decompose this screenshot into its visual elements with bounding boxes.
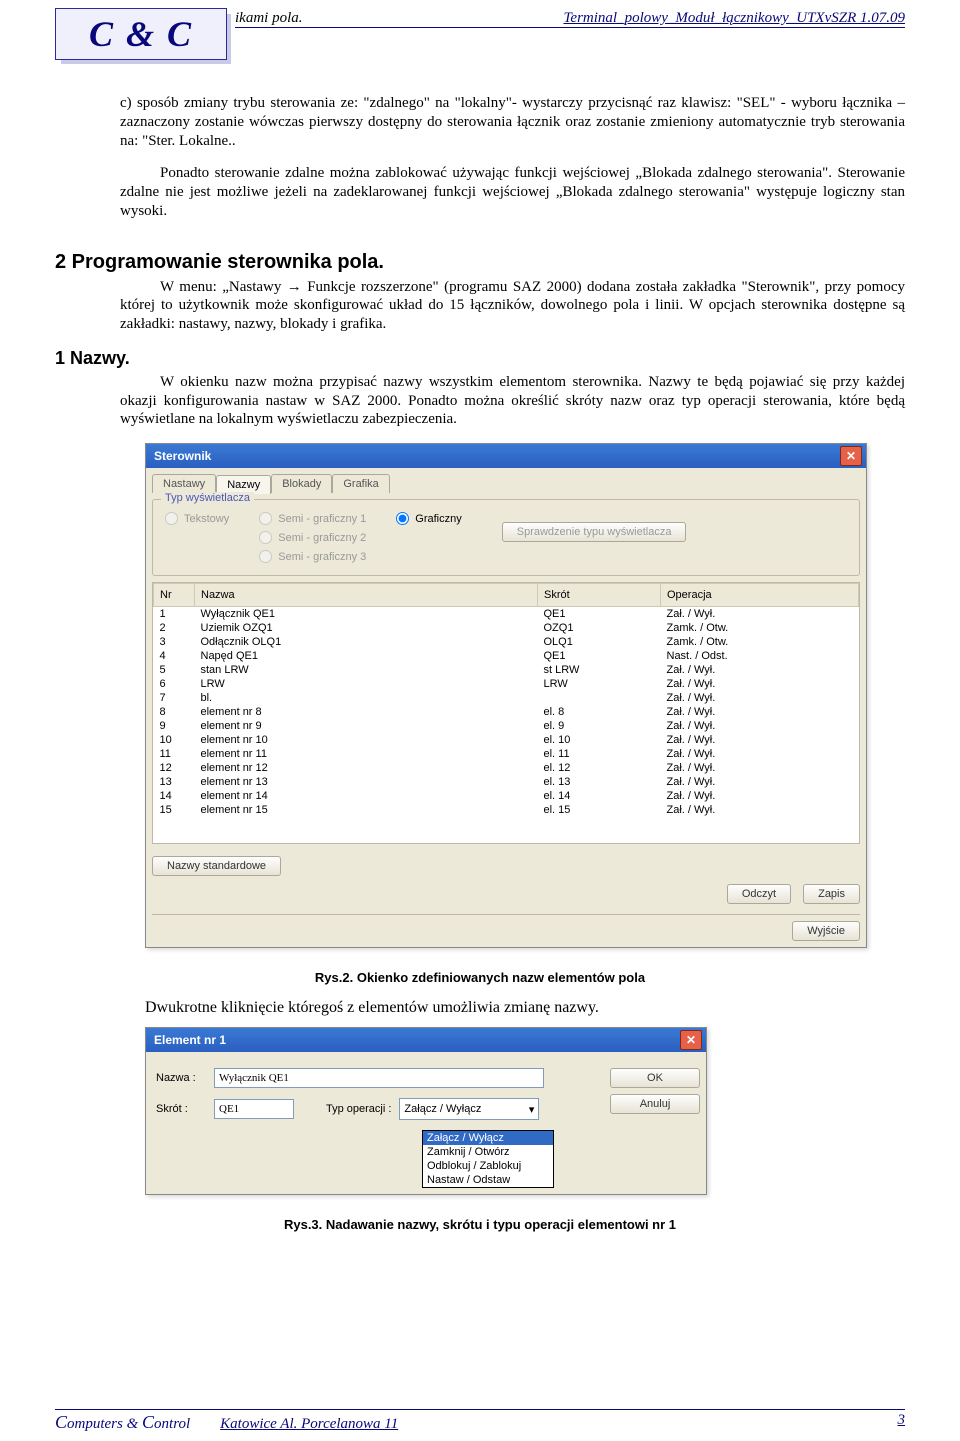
radio-sg1[interactable]: Semi - graficzny 1 (259, 512, 366, 525)
radio-sg2-label: Semi - graficzny 2 (278, 532, 366, 544)
sub-1-body: W okienku nazw można przypisać nazwy wsz… (55, 373, 905, 429)
caption-rys2: Rys.2. Okienko zdefiniowanych nazw eleme… (55, 970, 905, 985)
cancel-button[interactable]: Anuluj (610, 1094, 700, 1114)
window-title: Sterownik (154, 449, 211, 463)
section-2-body: W menu: „Nastawy → Funkcje rozszerzone" … (55, 278, 905, 334)
radio-sg1-label: Semi - graficzny 1 (278, 513, 366, 525)
radio-tekstowy[interactable]: Tekstowy (165, 512, 229, 525)
opt-zalacz-wylacz[interactable]: Załącz / Wyłącz (423, 1131, 553, 1145)
sub-1-title: 1 Nazwy. (55, 348, 905, 369)
label-skrot: Skrót : (156, 1103, 206, 1115)
table-row[interactable]: 13element nr 13el. 13Zał. / Wył. (154, 775, 859, 789)
table-row[interactable]: 14element nr 14el. 14Zał. / Wył. (154, 789, 859, 803)
caption-rys3: Rys.3. Nadawanie nazwy, skrótu i typu op… (55, 1217, 905, 1232)
table-row[interactable]: 15element nr 15el. 15Zał. / Wył. (154, 803, 859, 817)
window-title-2: Element nr 1 (154, 1033, 226, 1047)
close-icon-2[interactable]: ✕ (680, 1030, 702, 1050)
label-typ-operacji: Typ operacji : (326, 1103, 391, 1115)
table-row[interactable]: 8element nr 8el. 8Zał. / Wył. (154, 705, 859, 719)
table-row[interactable]: 4Napęd QE1QE1Nast. / Odst. (154, 649, 859, 663)
elements-table[interactable]: Nr Nazwa Skrót Operacja 1Wyłącznik QE1QE… (152, 582, 860, 844)
radio-sg2[interactable]: Semi - graficzny 2 (259, 531, 366, 544)
skrot-input[interactable] (214, 1099, 294, 1119)
table-row[interactable]: 11element nr 11el. 11Zał. / Wył. (154, 747, 859, 761)
col-operacja[interactable]: Operacja (661, 584, 859, 607)
para-c: c) sposób zmiany trybu sterowania ze: "z… (55, 94, 905, 150)
titlebar[interactable]: Sterownik ✕ (146, 444, 866, 468)
table-row[interactable]: 5stan LRWst LRWZał. / Wył. (154, 663, 859, 677)
radio-sg3[interactable]: Semi - graficzny 3 (259, 550, 366, 563)
read-button[interactable]: Odczyt (727, 884, 791, 904)
radio-graficzny-label: Graficzny (415, 513, 461, 525)
close-icon[interactable]: ✕ (840, 446, 862, 466)
group-typ-wyswietlacza: Typ wyświetlacza (161, 492, 254, 504)
table-row[interactable]: 12element nr 12el. 12Zał. / Wył. (154, 761, 859, 775)
logo: C & C (55, 8, 227, 60)
standard-names-button[interactable]: Nazwy standardowe (152, 856, 281, 876)
label-nazwa: Nazwa : (156, 1072, 206, 1084)
tab-grafika[interactable]: Grafika (332, 474, 389, 493)
col-nr[interactable]: Nr (154, 584, 195, 607)
table-row[interactable]: 7bl. Zał. / Wył. (154, 691, 859, 705)
table-row[interactable]: 9element nr 9el. 9Zał. / Wył. (154, 719, 859, 733)
col-skrot[interactable]: Skrót (538, 584, 661, 607)
ok-button[interactable]: OK (610, 1068, 700, 1088)
table-row[interactable]: 10element nr 10el. 10Zał. / Wył. (154, 733, 859, 747)
tab-nastawy[interactable]: Nastawy (152, 474, 216, 493)
typ-operacji-dropdown[interactable]: Załącz / Wyłącz Zamknij / Otwórz Odbloku… (422, 1130, 554, 1188)
write-button[interactable]: Zapis (803, 884, 860, 904)
header-left: ikami pola. (235, 10, 303, 27)
tab-blokady[interactable]: Blokady (271, 474, 332, 493)
titlebar-2[interactable]: Element nr 1 ✕ (146, 1028, 706, 1052)
radio-sg3-label: Semi - graficzny 3 (278, 551, 366, 563)
sterownik-window: Sterownik ✕ Nastawy Nazwy Blokady Grafik… (145, 443, 867, 948)
radio-graficzny[interactable]: Graficzny (396, 512, 461, 525)
exit-button[interactable]: Wyjście (792, 921, 860, 941)
check-display-type-button[interactable]: Sprawdzenie typu wyświetlacza (502, 522, 687, 542)
typ-operacji-value: Załącz / Wyłącz (404, 1103, 481, 1115)
opt-odblokuj-zablokuj[interactable]: Odblokuj / Zablokuj (423, 1159, 553, 1173)
opt-nastaw-odstaw[interactable]: Nastaw / Odstaw (423, 1173, 553, 1187)
nazwa-input[interactable] (214, 1068, 544, 1088)
para-ponadto: Ponadto sterowanie zdalne można zablokow… (55, 164, 905, 220)
table-row[interactable]: 6LRWLRWZał. / Wył. (154, 677, 859, 691)
table-row[interactable]: 2Uziemik OZQ1OZQ1Zamk. / Otw. (154, 621, 859, 635)
table-row[interactable]: 3Odłącznik OLQ1OLQ1Zamk. / Otw. (154, 635, 859, 649)
footer-page-number: 3 (898, 1412, 906, 1433)
table-row[interactable]: 1Wyłącznik QE1QE1Zał. / Wył. (154, 607, 859, 622)
element-nr1-window: Element nr 1 ✕ Nazwa : Skrót : Typ opera… (145, 1027, 707, 1195)
typ-operacji-select[interactable]: Załącz / Wyłącz ▾ (399, 1098, 539, 1120)
chevron-down-icon: ▾ (529, 1103, 535, 1116)
col-nazwa[interactable]: Nazwa (195, 584, 538, 607)
section-2-title: 2 Programowanie sterownika pola. (55, 251, 905, 274)
opt-zamknij-otworz[interactable]: Zamknij / Otwórz (423, 1145, 553, 1159)
footer-left: Computers & Control Katowice Al. Porcela… (55, 1412, 398, 1433)
header-right: Terminal_polowy_Moduł_łącznikowy_UTXvSZR… (563, 10, 905, 27)
para-dblclick: Dwukrotne kliknięcie któregoś z elementó… (55, 999, 905, 1017)
radio-tekstowy-label: Tekstowy (184, 513, 229, 525)
